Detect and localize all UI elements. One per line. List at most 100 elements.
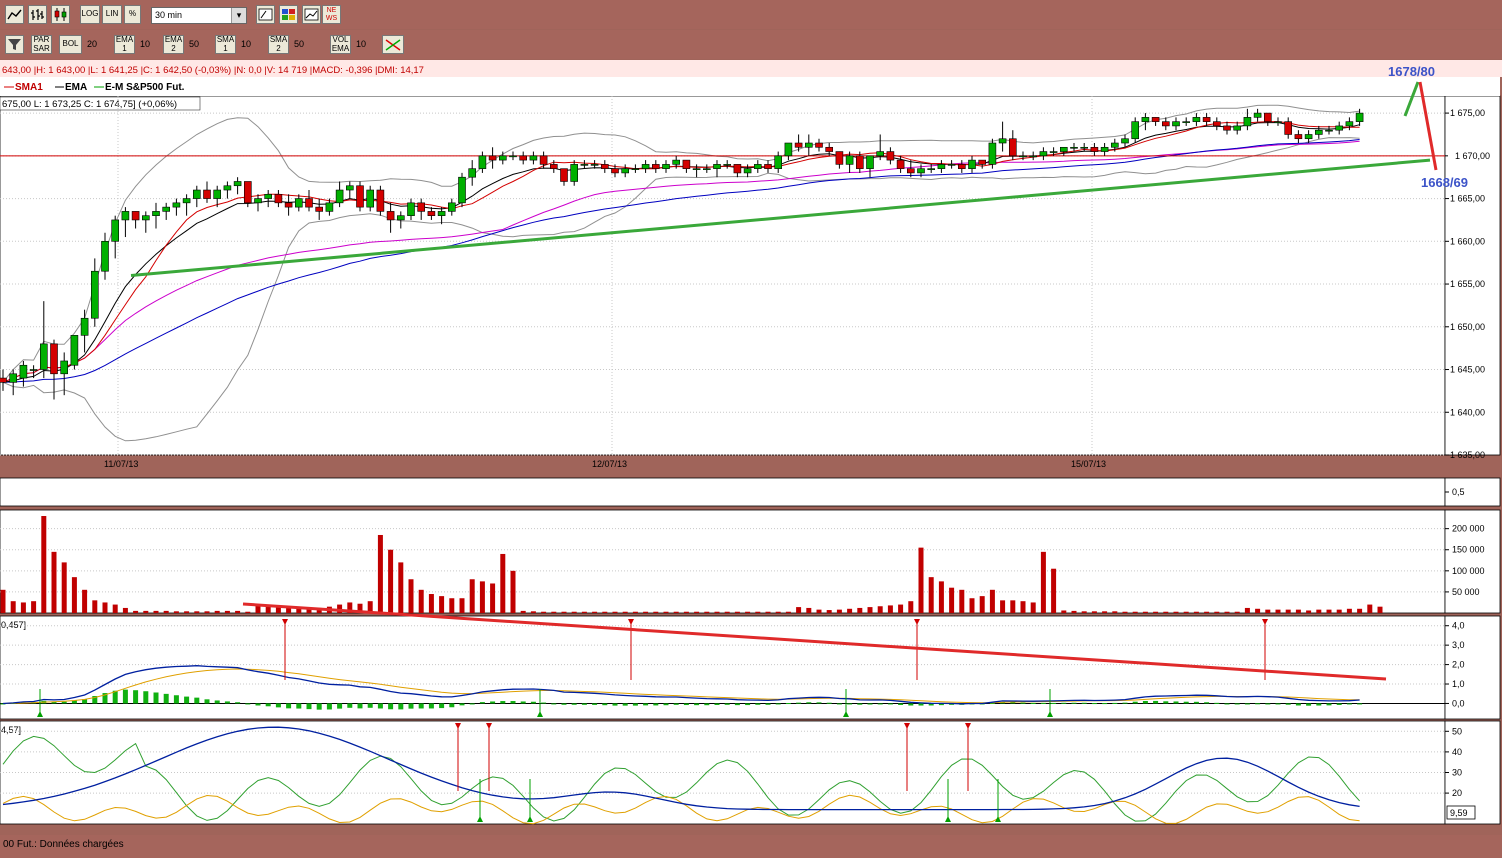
macd-hist-bar: [683, 703, 689, 706]
chevron-down-icon[interactable]: ▾: [231, 8, 246, 23]
macd-hist-bar: [551, 703, 557, 705]
log-scale-button[interactable]: LOG: [80, 5, 100, 24]
volume-bar: [673, 611, 679, 613]
macd-hist-bar: [1204, 702, 1210, 704]
volume-ema-button[interactable]: VOL EMA: [330, 35, 351, 54]
macd-hist-bar: [1285, 703, 1291, 705]
volume-bar: [1081, 611, 1087, 613]
macd-hist-bar: [1091, 703, 1097, 705]
macd-hist-bar: [347, 703, 353, 708]
ema1-period[interactable]: 10: [137, 35, 153, 54]
target-up-label: 1678/80: [1388, 64, 1435, 79]
macd-hist-bar: [847, 703, 853, 705]
candle-body: [580, 164, 589, 166]
candlestick-button[interactable]: [51, 5, 70, 24]
macd-hist-bar: [1346, 703, 1352, 705]
volume-bar: [938, 581, 944, 613]
candle-body: [621, 168, 630, 174]
sma1-period[interactable]: 10: [238, 35, 254, 54]
drawing-tool-button[interactable]: [256, 5, 275, 24]
linear-scale-button[interactable]: LIN: [102, 5, 122, 24]
ema1-button[interactable]: EMA 1: [114, 35, 135, 54]
filter-button[interactable]: [5, 35, 24, 54]
macd-tick-label: 2,0: [1452, 660, 1465, 670]
bollinger-button[interactable]: BOL: [59, 35, 82, 54]
candle-body: [1090, 146, 1099, 152]
period-select[interactable]: 30 min ▾: [151, 7, 247, 24]
ema2-period[interactable]: 50: [186, 35, 202, 54]
candle-body: [1019, 155, 1027, 158]
candle-body: [611, 168, 619, 174]
candle-body: [111, 219, 119, 242]
macd-hist-bar: [1255, 703, 1261, 705]
candle-body: [244, 181, 252, 204]
candle-body: [1080, 146, 1088, 149]
price-tick-label: 1 650,00: [1450, 322, 1485, 332]
macd-hist-bar: [510, 701, 516, 704]
crossover-button[interactable]: [382, 35, 404, 54]
volume-bar: [439, 596, 445, 613]
candle-body: [1121, 138, 1129, 144]
volume-bar: [592, 611, 598, 613]
candle-body: [142, 215, 150, 221]
volume-bar: [1224, 611, 1230, 613]
candle-body: [978, 159, 987, 165]
par-sar-button[interactable]: PAR SAR: [31, 35, 52, 54]
candle-body: [396, 215, 405, 221]
ema2-button[interactable]: EMA 2: [163, 35, 184, 54]
macd-hist-bar: [704, 703, 710, 706]
info-line: 643,00 |H: 1 643,00 |L: 1 641,25 |C: 1 6…: [2, 65, 424, 76]
percent-scale-button[interactable]: %: [124, 5, 141, 24]
volume-tick-label: 50 000: [1452, 587, 1480, 597]
macd-hist-bar: [1030, 702, 1036, 704]
macd-hist-bar: [898, 703, 904, 705]
date-label: 11/07/13: [104, 459, 138, 469]
candle-body: [1335, 125, 1343, 131]
volume-bar: [683, 611, 689, 613]
candle-body: [1264, 112, 1272, 122]
sma2-period[interactable]: 50: [291, 35, 307, 54]
macd-hist-bar: [214, 700, 220, 704]
candle-body: [91, 270, 99, 319]
ohlc-line: 675,00 L: 1 673,25 C: 1 674,75] (+0,06%): [2, 99, 177, 110]
macd-hist-bar: [857, 703, 863, 705]
macd-hist-bar: [398, 703, 404, 710]
volume-bar: [1234, 611, 1240, 613]
volume-bar: [20, 602, 26, 613]
volume-bar: [163, 610, 169, 613]
macd-hist-bar: [1020, 702, 1026, 704]
candle-body: [1111, 142, 1119, 148]
macd-hist-bar: [541, 702, 547, 704]
candlestick-icon: [54, 8, 67, 21]
line-chart-button[interactable]: [5, 5, 24, 24]
news-button[interactable]: NE WS: [322, 5, 341, 24]
volume-bar: [1367, 604, 1373, 613]
bollinger-period[interactable]: 20: [84, 35, 100, 54]
macd-hist-bar: [1061, 702, 1067, 704]
macd-hist-bar: [581, 703, 587, 705]
chart-settings-button[interactable]: [302, 5, 321, 24]
macd-hist-bar: [153, 692, 159, 704]
macd-hist-bar: [306, 703, 312, 710]
macd-hist-bar: [184, 696, 190, 704]
volume-bar: [245, 611, 251, 613]
candle-body: [876, 151, 885, 157]
candle-body: [1131, 121, 1139, 140]
macd-hist-bar: [194, 697, 200, 704]
volume-bar: [714, 611, 720, 613]
candle-body: [356, 185, 364, 208]
bar-chart-button[interactable]: [28, 5, 47, 24]
volume-bar: [1102, 611, 1108, 613]
macd-hist-bar: [1193, 701, 1199, 704]
macd-hist-bar: [714, 703, 720, 705]
sma2-button[interactable]: SMA 2: [268, 35, 289, 54]
indicators-button[interactable]: [279, 5, 298, 24]
volume-bar: [408, 579, 414, 613]
macd-tick-label: 1,0: [1452, 679, 1465, 689]
dmi-tick-label: 30: [1452, 768, 1462, 778]
macd-hist-bar: [816, 702, 822, 704]
macd-hist-bar: [357, 703, 363, 709]
volume-ema-period[interactable]: 10: [353, 35, 369, 54]
macd-hist-bar: [632, 703, 638, 706]
sma1-button[interactable]: SMA 1: [215, 35, 236, 54]
